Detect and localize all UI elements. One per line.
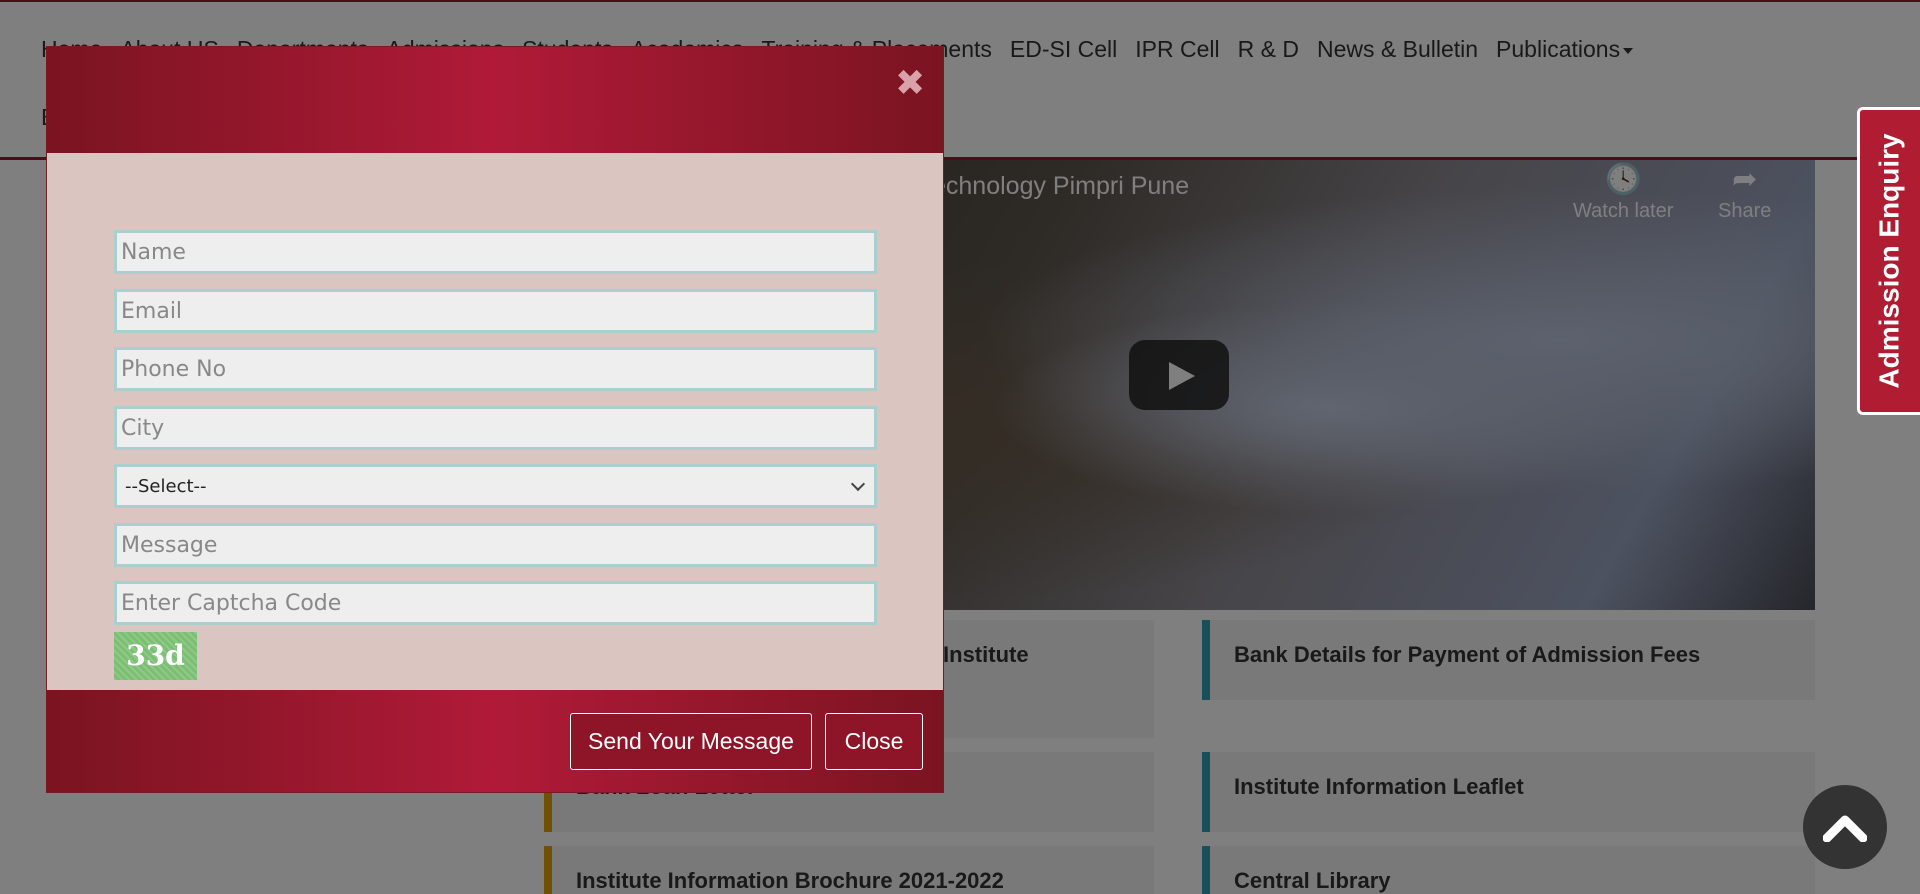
enquiry-modal: ✖ --Select-- 33d Send Your Message Close	[46, 46, 944, 793]
phone-field[interactable]	[114, 347, 877, 391]
modal-header: ✖	[47, 47, 943, 153]
captcha-image: 33d	[114, 632, 197, 680]
city-field[interactable]	[114, 406, 877, 450]
close-icon[interactable]: ✖	[895, 65, 925, 101]
name-field[interactable]	[114, 230, 877, 274]
send-message-button[interactable]: Send Your Message	[570, 713, 812, 770]
message-field[interactable]	[114, 523, 877, 567]
scroll-to-top-button[interactable]	[1803, 785, 1887, 869]
modal-footer: Send Your Message Close	[47, 690, 943, 792]
course-select[interactable]: --Select--	[114, 464, 877, 508]
captcha-field[interactable]	[114, 581, 877, 625]
admission-enquiry-tab[interactable]: Admission Enquiry	[1857, 107, 1920, 415]
chevron-up-icon	[1823, 815, 1867, 842]
admission-enquiry-label: Admission Enquiry	[1874, 133, 1905, 389]
close-button[interactable]: Close	[825, 713, 923, 770]
modal-body: --Select-- 33d	[47, 153, 943, 690]
email-field[interactable]	[114, 289, 877, 333]
